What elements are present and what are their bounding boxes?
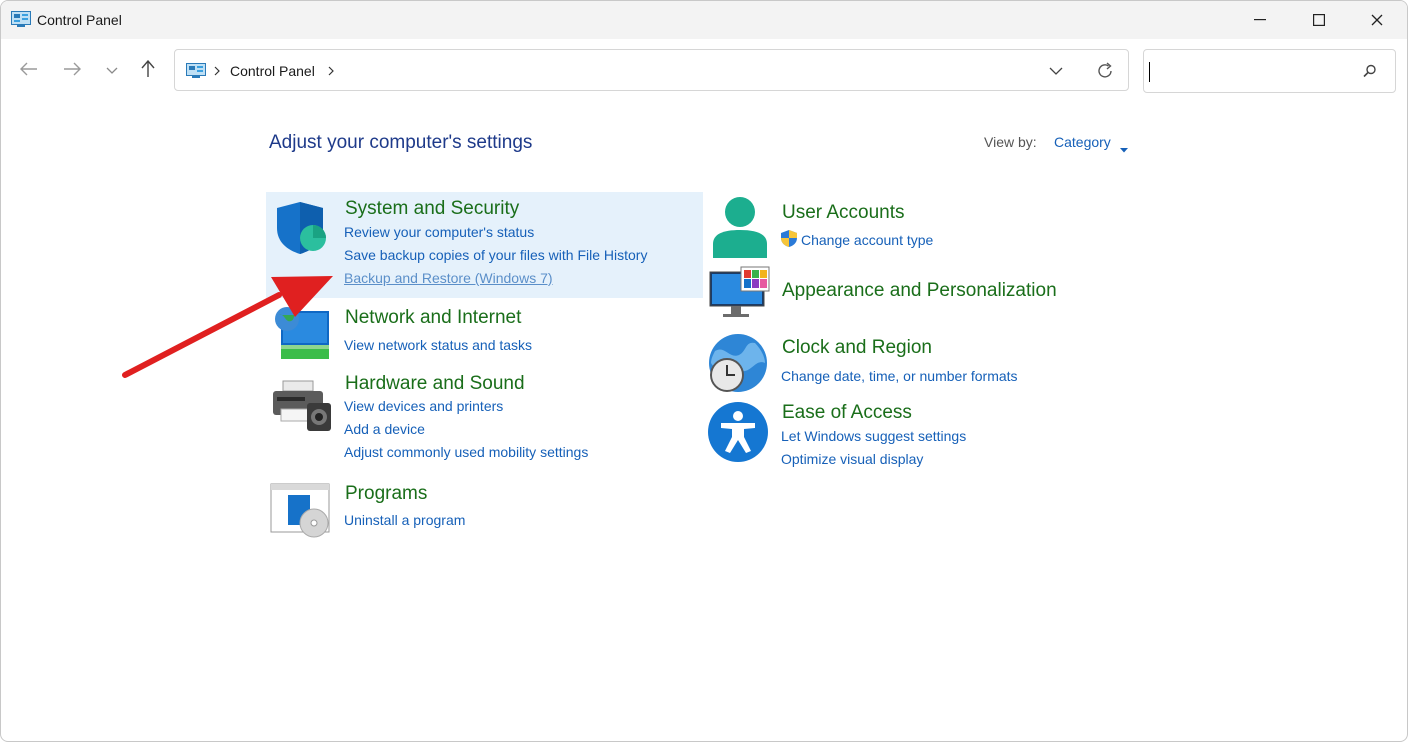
control-panel-icon bbox=[11, 11, 31, 32]
category-title[interactable]: Ease of Access bbox=[782, 402, 912, 424]
link-devices-printers[interactable]: View devices and printers bbox=[344, 398, 503, 414]
uac-shield-icon bbox=[780, 229, 798, 253]
up-button[interactable] bbox=[134, 57, 162, 85]
category-appearance[interactable]: Appearance and Personalization bbox=[705, 264, 1125, 322]
back-button[interactable] bbox=[15, 57, 43, 85]
forward-arrow-icon bbox=[63, 62, 81, 81]
view-by-label: View by: bbox=[984, 134, 1037, 150]
link-backup-restore[interactable]: Backup and Restore (Windows 7) bbox=[344, 270, 553, 286]
caret-down-icon[interactable] bbox=[1120, 140, 1128, 158]
link-network-status[interactable]: View network status and tasks bbox=[344, 337, 532, 353]
recent-locations-button[interactable] bbox=[98, 57, 126, 85]
breadcrumb-control-panel[interactable]: Control Panel bbox=[230, 63, 315, 79]
control-panel-icon bbox=[186, 63, 206, 83]
control-panel-window: Control Panel Control Panel Adjust your … bbox=[0, 0, 1408, 742]
refresh-icon[interactable] bbox=[1095, 61, 1115, 86]
link-add-device[interactable]: Add a device bbox=[344, 421, 425, 437]
back-arrow-icon bbox=[20, 62, 38, 81]
category-programs[interactable]: Programs Uninstall a program bbox=[266, 477, 703, 541]
close-button[interactable] bbox=[1348, 1, 1406, 39]
category-title[interactable]: Hardware and Sound bbox=[345, 373, 525, 395]
text-caret bbox=[1149, 62, 1150, 82]
category-clock[interactable]: Clock and Region Change date, time, or n… bbox=[705, 331, 1125, 395]
search-box[interactable] bbox=[1143, 49, 1396, 93]
category-title[interactable]: Network and Internet bbox=[345, 307, 521, 329]
title-bar: Control Panel bbox=[1, 1, 1407, 39]
search-input[interactable] bbox=[1154, 58, 1358, 86]
link-file-history[interactable]: Save backup copies of your files with Fi… bbox=[344, 247, 647, 263]
category-title[interactable]: Clock and Region bbox=[782, 337, 932, 359]
chevron-right-icon[interactable] bbox=[327, 64, 335, 82]
category-title[interactable]: Appearance and Personalization bbox=[782, 280, 1057, 302]
category-ease[interactable]: Ease of Access Let Windows suggest setti… bbox=[705, 399, 1125, 471]
programs-icon bbox=[270, 483, 332, 544]
category-title[interactable]: Programs bbox=[345, 483, 427, 505]
chevron-down-icon bbox=[106, 62, 118, 80]
maximize-button[interactable] bbox=[1290, 1, 1348, 39]
link-uninstall-program[interactable]: Uninstall a program bbox=[344, 512, 465, 528]
link-change-account-type[interactable]: Change account type bbox=[801, 232, 933, 248]
search-icon[interactable] bbox=[1362, 63, 1378, 84]
chevron-right-icon[interactable] bbox=[213, 64, 221, 82]
window-title: Control Panel bbox=[37, 12, 122, 28]
up-arrow-icon bbox=[140, 59, 156, 83]
forward-button[interactable] bbox=[58, 57, 86, 85]
globe-clock-icon bbox=[707, 333, 769, 400]
printer-icon bbox=[271, 379, 333, 438]
link-date-time-formats[interactable]: Change date, time, or number formats bbox=[781, 368, 1018, 384]
link-optimize-display[interactable]: Optimize visual display bbox=[781, 451, 923, 467]
category-user-accounts[interactable]: User Accounts Change account type bbox=[705, 194, 1125, 260]
address-bar[interactable]: Control Panel bbox=[174, 49, 1129, 91]
red-arrow-annotation bbox=[122, 276, 333, 378]
shield-icon bbox=[273, 200, 331, 261]
monitor-palette-icon bbox=[709, 266, 771, 325]
category-title[interactable]: System and Security bbox=[345, 198, 519, 220]
page-title: Adjust your computer's settings bbox=[269, 132, 533, 153]
link-mobility-settings[interactable]: Adjust commonly used mobility settings bbox=[344, 444, 588, 460]
accessibility-icon bbox=[707, 401, 769, 468]
address-history-dropdown[interactable] bbox=[1048, 63, 1064, 84]
user-icon bbox=[709, 196, 769, 263]
link-review-status[interactable]: Review your computer's status bbox=[344, 224, 534, 240]
category-title[interactable]: User Accounts bbox=[782, 202, 905, 224]
minimize-button[interactable] bbox=[1231, 1, 1289, 39]
link-windows-suggest[interactable]: Let Windows suggest settings bbox=[781, 428, 966, 444]
view-by-dropdown[interactable]: Category bbox=[1054, 134, 1111, 150]
